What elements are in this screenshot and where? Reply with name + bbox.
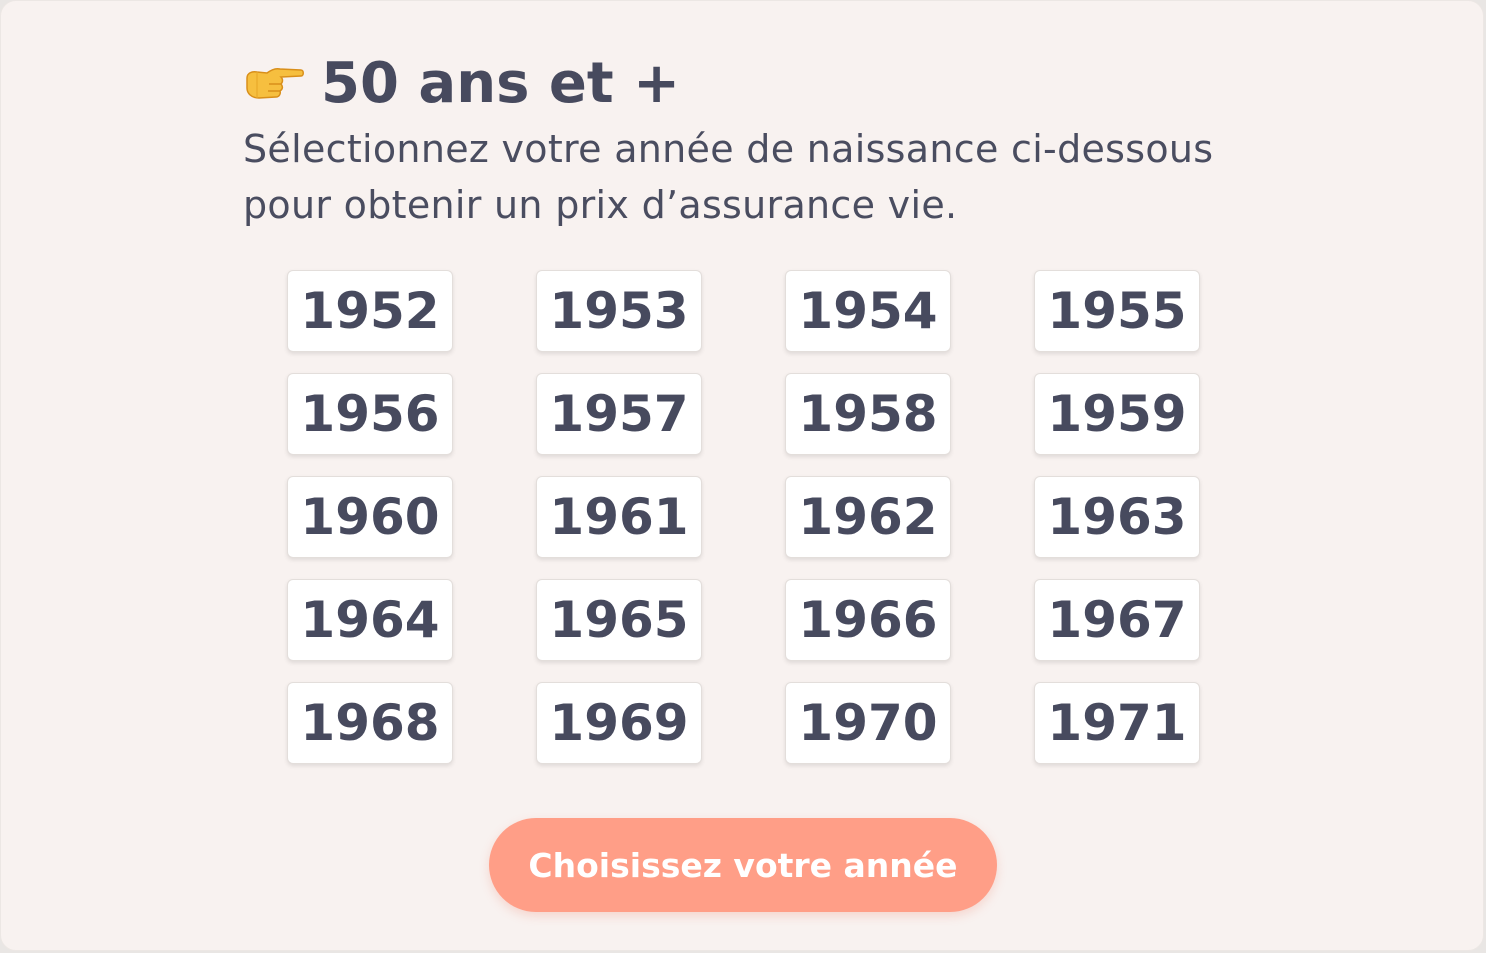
year-button-1962[interactable]: 1962 — [785, 476, 951, 558]
year-button-1956[interactable]: 1956 — [287, 373, 453, 455]
year-button-1954[interactable]: 1954 — [785, 270, 951, 352]
year-button-1969[interactable]: 1969 — [536, 682, 702, 764]
choose-year-button[interactable]: Choisissez votre année — [489, 818, 997, 912]
page-subtitle: Sélectionnez votre année de naissance ci… — [243, 127, 1214, 227]
year-button-1970[interactable]: 1970 — [785, 682, 951, 764]
year-button-1966[interactable]: 1966 — [785, 579, 951, 661]
header: 50 ans et + Sélectionnez votre année de … — [243, 51, 1243, 233]
title-row: 50 ans et + — [243, 51, 1243, 117]
year-button-1964[interactable]: 1964 — [287, 579, 453, 661]
year-button-1960[interactable]: 1960 — [287, 476, 453, 558]
year-button-1955[interactable]: 1955 — [1034, 270, 1200, 352]
year-button-1961[interactable]: 1961 — [536, 476, 702, 558]
pointing-right-hand-icon — [243, 64, 305, 104]
year-button-1952[interactable]: 1952 — [287, 270, 453, 352]
year-grid: 1952 1953 1954 1955 1956 1957 1958 1959 … — [287, 270, 1200, 764]
year-button-1968[interactable]: 1968 — [287, 682, 453, 764]
year-button-1957[interactable]: 1957 — [536, 373, 702, 455]
age-selection-card: 50 ans et + Sélectionnez votre année de … — [0, 0, 1484, 951]
page-title: 50 ans et + — [321, 51, 681, 116]
year-button-1959[interactable]: 1959 — [1034, 373, 1200, 455]
year-button-1958[interactable]: 1958 — [785, 373, 951, 455]
year-button-1965[interactable]: 1965 — [536, 579, 702, 661]
year-button-1953[interactable]: 1953 — [536, 270, 702, 352]
year-button-1967[interactable]: 1967 — [1034, 579, 1200, 661]
year-button-1963[interactable]: 1963 — [1034, 476, 1200, 558]
year-button-1971[interactable]: 1971 — [1034, 682, 1200, 764]
